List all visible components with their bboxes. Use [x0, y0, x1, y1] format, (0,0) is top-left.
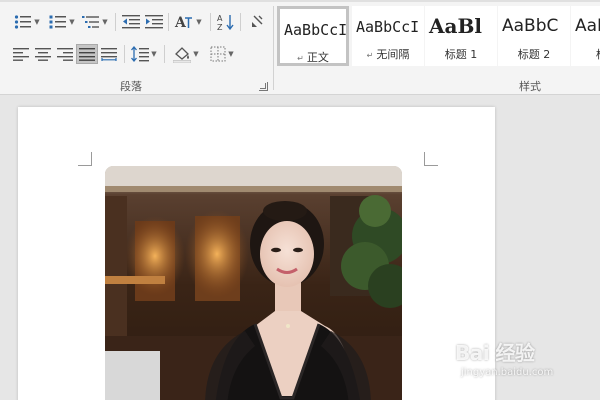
align-left-button[interactable]	[10, 44, 32, 64]
sort-button[interactable]: A Z	[215, 12, 237, 32]
inserted-photo[interactable]	[105, 166, 402, 400]
style-heading-2[interactable]: AaBbC 标题 2	[498, 6, 570, 66]
chevron-down-icon[interactable]: ▼	[69, 18, 74, 26]
group-divider	[273, 6, 274, 90]
watermark-logo: Bai 经验	[455, 341, 535, 365]
numbering-button[interactable]: ▼	[45, 12, 79, 32]
multilevel-list-icon	[82, 16, 100, 28]
paragraph-mark-icon	[252, 15, 263, 27]
sort-icon: A Z	[217, 14, 234, 31]
ribbon: ▼ ▼ ▼ A ▼ A Z ▼ ▼ ▼ 段落 AaBbCcI ↵ 正文 AaBb…	[0, 0, 600, 95]
chevron-down-icon[interactable]: ▼	[102, 18, 107, 26]
style-heading-1[interactable]: AaBl 标题 1	[425, 6, 497, 66]
styles-gallery: AaBbCcI ↵ 正文 AaBbCcI ↵ 无间隔 AaBl 标题 1 AaBbC…	[277, 6, 600, 68]
paragraph-group-label: 段落	[120, 80, 142, 93]
toolbar-divider	[164, 45, 165, 63]
style-name: ↵ 正文	[297, 51, 329, 64]
align-right-icon	[57, 48, 73, 61]
svg-text:A: A	[217, 14, 223, 23]
show-marks-button[interactable]	[247, 12, 267, 32]
baidu-jingyan-watermark: Bai 经验 jingyan.baidu.com	[455, 335, 600, 390]
shading-icon	[173, 47, 192, 63]
chevron-down-icon[interactable]: ▼	[151, 50, 156, 58]
style-no-spacing[interactable]: AaBbCcI ↵ 无间隔	[352, 6, 424, 66]
margin-corner-mark	[424, 152, 438, 166]
style-title[interactable]: AaBl 标题	[571, 6, 600, 66]
bullets-button[interactable]: ▼	[10, 12, 44, 32]
multilevel-list-button[interactable]: ▼	[79, 12, 111, 32]
toolbar-divider	[124, 45, 125, 63]
align-center-button[interactable]	[32, 44, 54, 64]
chevron-down-icon[interactable]: ▼	[34, 18, 39, 26]
style-name: 标题 2	[517, 48, 551, 61]
justify-icon	[79, 48, 95, 61]
toolbar-divider	[240, 13, 241, 31]
paragraph-group: ▼ ▼ ▼ A ▼ A Z ▼ ▼ ▼ 段落	[0, 2, 273, 94]
watermark-url: jingyan.baidu.com	[461, 367, 554, 378]
shading-button[interactable]: ▼	[170, 44, 202, 64]
style-sample: AaBl	[575, 16, 600, 36]
style-sample: AaBbCcI	[356, 18, 420, 36]
increase-indent-button[interactable]	[143, 12, 165, 32]
distributed-button[interactable]	[98, 44, 120, 64]
style-name: 标题	[571, 46, 600, 62]
chevron-down-icon[interactable]: ▼	[196, 18, 201, 26]
style-name: 标题 1	[444, 48, 478, 61]
decrease-indent-icon	[122, 15, 140, 29]
line-spacing-icon	[131, 46, 150, 62]
photo-image	[105, 166, 402, 400]
borders-button[interactable]: ▼	[206, 44, 238, 64]
paragraph-mark-icon: ↵	[297, 54, 304, 63]
svg-text:Z: Z	[217, 23, 223, 31]
document-page[interactable]	[18, 107, 495, 400]
style-sample: AaBl	[429, 14, 482, 38]
align-left-icon	[13, 48, 29, 61]
style-name: ↵ 无间隔	[366, 48, 410, 61]
toolbar-divider	[210, 13, 211, 31]
distributed-icon	[101, 48, 117, 61]
asian-layout-icon: A	[174, 15, 193, 30]
paragraph-dialog-launcher[interactable]	[259, 82, 268, 91]
paragraph-mark-icon: ↵	[366, 51, 374, 60]
styles-group-label: 样式	[519, 80, 541, 93]
decrease-indent-button[interactable]	[120, 12, 142, 32]
chevron-down-icon[interactable]: ▼	[193, 50, 198, 58]
line-spacing-button[interactable]: ▼	[129, 44, 159, 64]
style-sample: AaBbCcI	[284, 21, 348, 39]
borders-icon	[210, 46, 226, 62]
chevron-down-icon[interactable]: ▼	[228, 50, 233, 58]
style-normal[interactable]: AaBbCcI ↵ 正文	[277, 6, 349, 66]
toolbar-divider	[168, 13, 169, 31]
style-sample: AaBbC	[502, 16, 559, 36]
justify-button[interactable]	[76, 44, 98, 64]
align-center-icon	[35, 48, 51, 61]
toolbar-divider	[115, 13, 116, 31]
bullet-list-icon	[15, 15, 32, 29]
margin-corner-mark	[78, 152, 92, 166]
increase-indent-icon	[145, 15, 163, 29]
align-right-button[interactable]	[54, 44, 76, 64]
asian-layout-button[interactable]: A ▼	[173, 12, 203, 32]
numbered-list-icon	[49, 15, 67, 29]
